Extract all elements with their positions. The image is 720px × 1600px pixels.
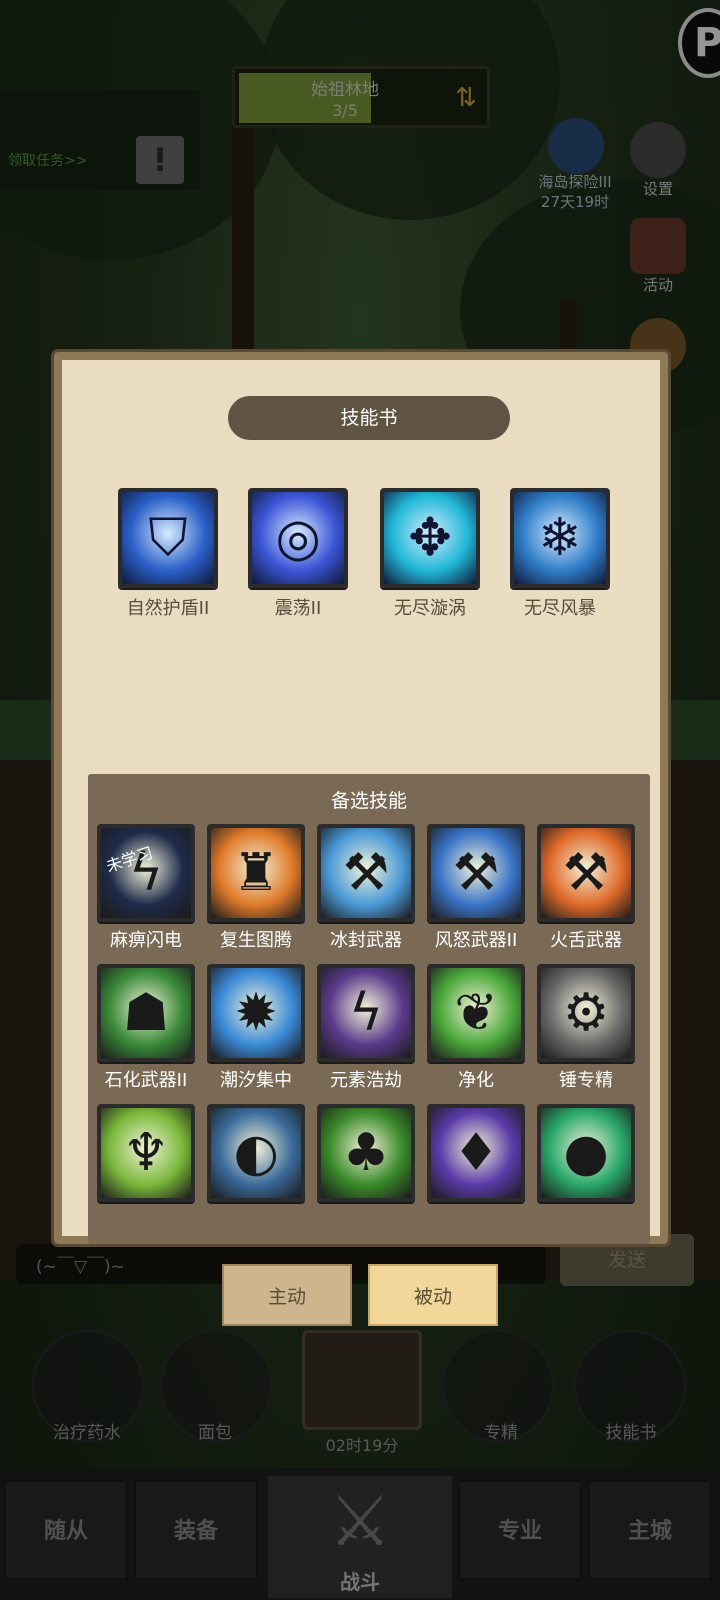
wind-hammer-icon: ⚒ [427, 824, 525, 922]
alternate-skill-3[interactable]: ⚒ 冰封武器 [314, 824, 418, 952]
equipped-skill-4[interactable]: ❄ 无尽风暴 [506, 488, 614, 620]
totem-icon: ♜ [207, 824, 305, 922]
alternate-skill-7[interactable]: ✹ 潮汐集中 [204, 964, 308, 1092]
alternate-skill-8[interactable]: ϟ 元素浩劫 [314, 964, 418, 1092]
vine-icon: ♣ [317, 1104, 415, 1202]
alternate-skill-6[interactable]: ☗ 石化武器II [94, 964, 198, 1092]
rune-icon: ♆ [97, 1104, 195, 1202]
shield-icon: ⛉ [118, 488, 218, 588]
tab-passive-skills[interactable]: 被动 [368, 1264, 498, 1326]
alternate-skill-name: 净化 [458, 1070, 494, 1091]
alternate-skill-10[interactable]: ⚙ 锤专精 [534, 964, 638, 1092]
flame-hammer-icon: ⚒ [537, 824, 635, 922]
dialog-title: 技能书 [228, 396, 510, 440]
lightning-icon: ϟ 未学习 [97, 824, 195, 922]
leaf-icon: ❦ [427, 964, 525, 1062]
hammer-mastery-icon: ⚙ [537, 964, 635, 1062]
alternate-skill-4[interactable]: ⚒ 风怒武器II [424, 824, 528, 952]
gong-icon: ◐ [207, 1104, 305, 1202]
equipped-skill-name: 无尽风暴 [524, 598, 596, 619]
alternate-skill-name: 冰封武器 [330, 930, 402, 951]
elements-icon: ϟ [317, 964, 415, 1062]
alternate-skill-13[interactable]: ♣ [314, 1104, 418, 1202]
alternate-skill-name: 火舌武器 [550, 930, 622, 951]
alternate-skill-2[interactable]: ♜ 复生图腾 [204, 824, 308, 952]
equipped-skill-1[interactable]: ⛉ 自然护盾II [114, 488, 222, 620]
alternate-skills-panel: 备选技能 ϟ 未学习 麻痹闪电 ♜ 复生图腾 ⚒ 冰封武器 ⚒ 风怒武器II ⚒ 火舌武器 ☗ 石化武器… [88, 774, 650, 1244]
crystal-icon: ♦ [427, 1104, 525, 1202]
frost-hammer-icon: ⚒ [317, 824, 415, 922]
spirit-icon: ● [537, 1104, 635, 1202]
alternate-skill-5[interactable]: ⚒ 火舌武器 [534, 824, 638, 952]
vortex-icon: ✥ [380, 488, 480, 588]
alternate-skill-15[interactable]: ● [534, 1104, 638, 1202]
alternate-skill-name: 复生图腾 [220, 930, 292, 951]
alternate-skill-name: 风怒武器II [434, 930, 518, 951]
alternate-skill-name: 锤专精 [559, 1070, 613, 1091]
skillbook-dialog: 技能书 ⛉ 自然护盾II ◎ 震荡II ✥ 无尽漩涡 ❄ 无尽风暴 备选技能 ϟ 未学习麻痹闪电… [51, 349, 671, 1247]
alternate-skill-1[interactable]: ϟ 未学习麻痹闪电 [94, 824, 198, 952]
shockwave-icon: ◎ [248, 488, 348, 588]
tide-icon: ✹ [207, 964, 305, 1062]
alternate-skills-title: 备选技能 [330, 790, 407, 812]
alternate-skill-name: 麻痹闪电 [110, 930, 182, 951]
equipped-skill-name: 无尽漩涡 [394, 598, 466, 619]
equipped-skill-name: 震荡II [274, 598, 322, 619]
alternate-skill-14[interactable]: ♦ [424, 1104, 528, 1202]
storm-icon: ❄ [510, 488, 610, 588]
alternate-skill-9[interactable]: ❦ 净化 [424, 964, 528, 1092]
alternate-skill-name: 元素浩劫 [330, 1070, 402, 1091]
equipped-skill-name: 自然护盾II [126, 598, 210, 619]
alternate-skill-11[interactable]: ♆ [94, 1104, 198, 1202]
alternate-skill-name: 潮汐集中 [220, 1070, 292, 1091]
stone-icon: ☗ [97, 964, 195, 1062]
tab-active-skills[interactable]: 主动 [222, 1264, 352, 1326]
equipped-skill-3[interactable]: ✥ 无尽漩涡 [376, 488, 484, 620]
alternate-skill-12[interactable]: ◐ [204, 1104, 308, 1202]
alternate-skill-name: 石化武器II [104, 1070, 188, 1091]
equipped-skill-2[interactable]: ◎ 震荡II [244, 488, 352, 620]
